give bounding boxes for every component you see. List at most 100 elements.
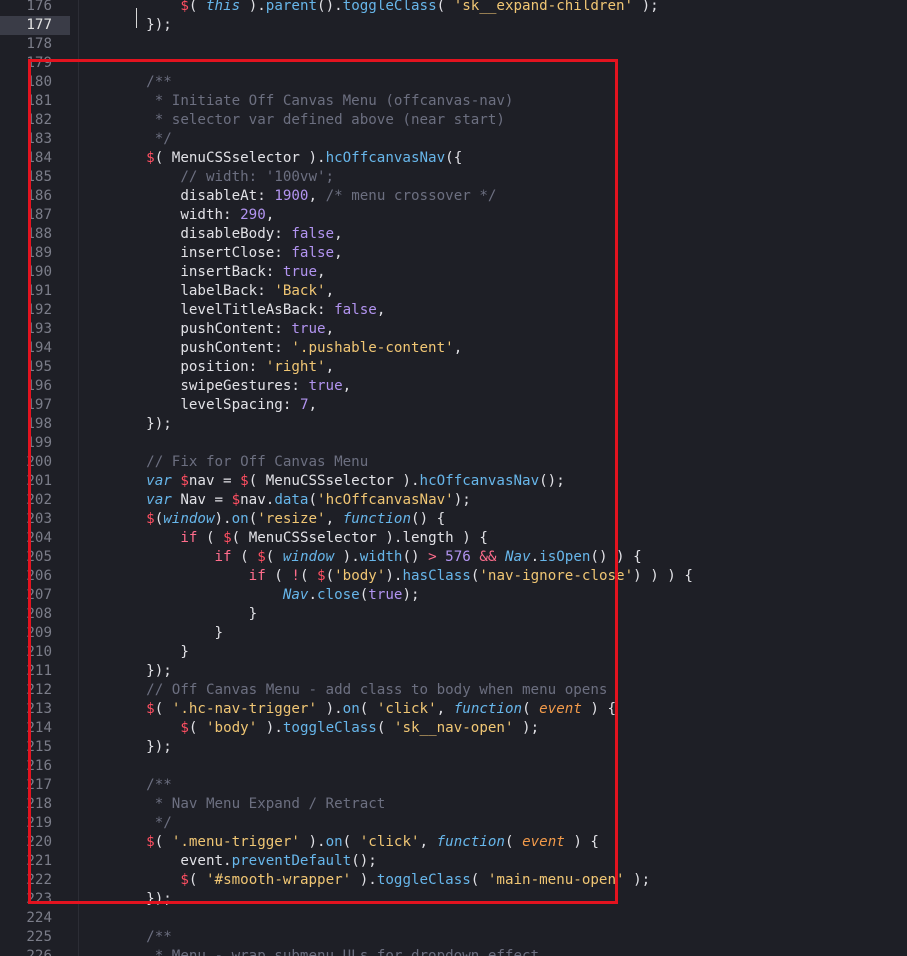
code-line[interactable]: 189 insertClose: false, (0, 244, 907, 263)
code-token: ( (342, 834, 360, 850)
code-line[interactable]: 191 labelBack: 'Back', (0, 282, 907, 301)
code-line[interactable]: 206 if ( !( $('body').hasClass('nav-igno… (0, 567, 907, 586)
line-number: 212 (26, 682, 52, 698)
line-number: 196 (26, 378, 52, 394)
code-line[interactable]: 198 }); (0, 415, 907, 434)
code-line[interactable]: 204 if ( $( MenuCSSselector ).length ) { (0, 529, 907, 548)
line-number: 184 (26, 150, 52, 166)
line-code: */ (112, 814, 172, 833)
code-line[interactable]: 199 (0, 434, 907, 453)
code-line[interactable]: 203 $(window).on('resize', function() { (0, 510, 907, 529)
code-line[interactable]: 187 width: 290, (0, 206, 907, 225)
code-token: ( (197, 530, 224, 546)
code-line[interactable]: 215 }); (0, 738, 907, 757)
line-number: 223 (26, 891, 52, 907)
code-line[interactable]: 178 (0, 35, 907, 54)
code-line[interactable]: 207 Nav.close(true); (0, 586, 907, 605)
code-token: parent (265, 0, 318, 14)
line-number: 177 (0, 16, 70, 35)
code-line[interactable]: 195 position: 'right', (0, 358, 907, 377)
code-line[interactable]: 205 if ( $( window ).width() > 576 && Na… (0, 548, 907, 567)
line-number: 220 (26, 834, 52, 850)
code-token: function (342, 511, 412, 527)
code-line[interactable]: 177 }); (0, 16, 907, 35)
code-line[interactable]: 188 disableBody: false, (0, 225, 907, 244)
code-line[interactable]: 225 /** (0, 928, 907, 947)
code-line[interactable]: 194 pushContent: '.pushable-content', (0, 339, 907, 358)
code-token: } (180, 644, 189, 660)
code-line[interactable]: 211 }); (0, 662, 907, 681)
code-line[interactable]: 185 // width: '100vw'; (0, 168, 907, 187)
code-line[interactable]: 217 /** (0, 776, 907, 795)
line-code: * Nav Menu Expand / Retract (112, 795, 386, 814)
code-token: true (282, 264, 318, 280)
line-number: 187 (26, 207, 52, 223)
line-code: swipeGestures: true, (112, 377, 351, 396)
code-line[interactable]: 179 (0, 54, 907, 73)
code-line[interactable]: 192 levelTitleAsBack: false, (0, 301, 907, 320)
code-line[interactable]: 180 /** (0, 73, 907, 92)
code-token: ( (359, 701, 377, 717)
code-line[interactable]: 218 * Nav Menu Expand / Retract (0, 795, 907, 814)
code-token: if (180, 530, 198, 546)
code-token: ( (470, 872, 488, 888)
code-line[interactable]: 190 insertBack: true, (0, 263, 907, 282)
code-token: ( (359, 587, 369, 603)
code-line[interactable]: 202 var Nav = $nav.data('hcOffcanvasNav'… (0, 491, 907, 510)
code-token: insertBack: (180, 264, 283, 280)
code-token: levelTitleAsBack: (180, 302, 335, 318)
code-token: true (368, 587, 403, 603)
code-token: , (334, 245, 343, 261)
code-line[interactable]: 223 }); (0, 890, 907, 909)
line-number: 188 (26, 226, 52, 242)
code-line[interactable]: 209 } (0, 624, 907, 643)
code-line[interactable]: 213 $( '.hc-nav-trigger' ).on( 'click', … (0, 700, 907, 719)
code-line[interactable]: 210 } (0, 643, 907, 662)
line-number: 199 (26, 435, 52, 451)
code-line[interactable]: 193 pushContent: true, (0, 320, 907, 339)
code-line[interactable]: 186 disableAt: 1900, /* menu crossover *… (0, 187, 907, 206)
code-token: preventDefault (231, 853, 352, 869)
code-line[interactable]: 196 swipeGestures: true, (0, 377, 907, 396)
code-token: } (248, 606, 258, 622)
code-line[interactable]: 226 * Menu - wrap submenu ULs for dropdo… (0, 947, 907, 956)
code-line[interactable]: 201 var $nav = $( MenuCSSselector ).hcOf… (0, 472, 907, 491)
line-code: disableAt: 1900, /* menu crossover */ (112, 187, 496, 206)
code-line[interactable]: 183 */ (0, 130, 907, 149)
code-editor[interactable]: 176 $( this ).parent().toggleClass( 'sk_… (0, 0, 907, 956)
code-token: labelBack: (180, 283, 275, 299)
code-line[interactable]: 184 $( MenuCSSselector ).hcOffcanvasNav(… (0, 149, 907, 168)
code-token: 576 (445, 549, 471, 565)
code-line[interactable]: 224 (0, 909, 907, 928)
code-line[interactable]: 220 $( '.menu-trigger' ).on( 'click', fu… (0, 833, 907, 852)
code-line[interactable]: 212 // Off Canvas Menu - add class to bo… (0, 681, 907, 700)
code-line[interactable]: 182 * selector var defined above (near s… (0, 111, 907, 130)
code-line[interactable]: 200 // Fix for Off Canvas Menu (0, 453, 907, 472)
line-code: Nav.close(true); (112, 586, 420, 605)
code-line[interactable]: 208 } (0, 605, 907, 624)
code-line[interactable]: 219 */ (0, 814, 907, 833)
code-token: , (419, 834, 437, 850)
code-token: hasClass (402, 568, 471, 584)
code-line[interactable]: 221 event.preventDefault(); (0, 852, 907, 871)
line-code: }); (112, 662, 172, 681)
code-token: false (291, 226, 335, 242)
code-line[interactable]: 181 * Initiate Off Canvas Menu (offcanva… (0, 92, 907, 111)
code-line[interactable]: 214 $( 'body' ).toggleClass( 'sk__nav-op… (0, 719, 907, 738)
code-line[interactable]: 216 (0, 757, 907, 776)
code-line[interactable]: 197 levelSpacing: 7, (0, 396, 907, 415)
code-token: ( (325, 568, 335, 584)
code-line[interactable]: 222 $( '#smooth-wrapper' ).toggleClass( … (0, 871, 907, 890)
code-token: on (325, 834, 343, 850)
line-number: 202 (26, 492, 52, 508)
code-line[interactable]: 176 $( this ).parent().toggleClass( 'sk_… (0, 0, 907, 16)
code-token: > (428, 549, 437, 565)
